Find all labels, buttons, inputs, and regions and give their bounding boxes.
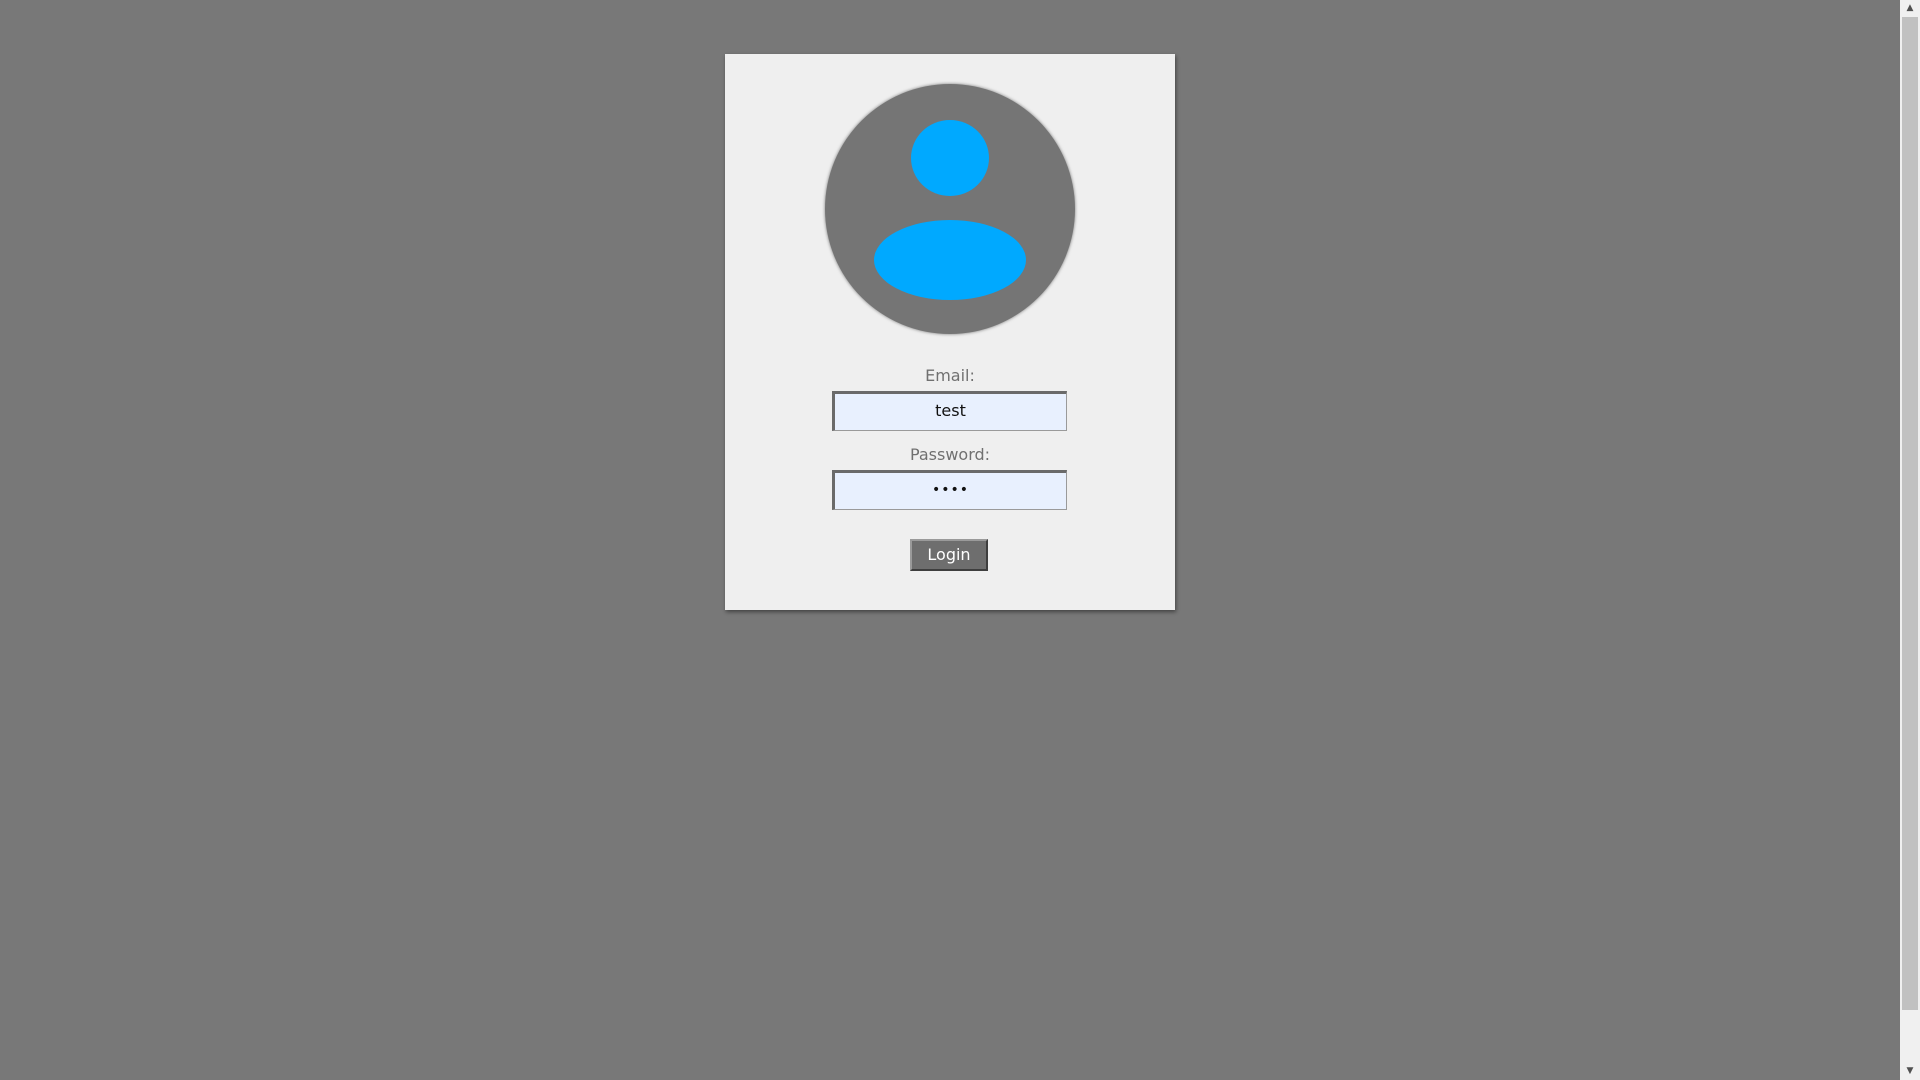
scroll-up-arrow-icon[interactable]: ▲ bbox=[1900, 0, 1920, 17]
avatar-body bbox=[874, 220, 1026, 300]
login-card: Email: test Password: •••• Login bbox=[725, 54, 1175, 610]
vertical-scrollbar[interactable]: ▲ ▼ bbox=[1900, 0, 1920, 1080]
page-background: Email: test Password: •••• Login bbox=[0, 0, 1900, 1080]
email-field[interactable]: test bbox=[832, 391, 1067, 431]
avatar-head bbox=[911, 120, 989, 196]
login-button[interactable]: Login bbox=[910, 539, 988, 571]
password-label: Password: bbox=[909, 445, 991, 464]
email-label: Email: bbox=[925, 366, 975, 385]
scroll-thumb[interactable] bbox=[1902, 17, 1918, 1010]
scroll-down-arrow-icon[interactable]: ▼ bbox=[1900, 1063, 1920, 1080]
password-field[interactable]: •••• bbox=[832, 470, 1067, 510]
user-avatar-icon bbox=[825, 84, 1075, 334]
